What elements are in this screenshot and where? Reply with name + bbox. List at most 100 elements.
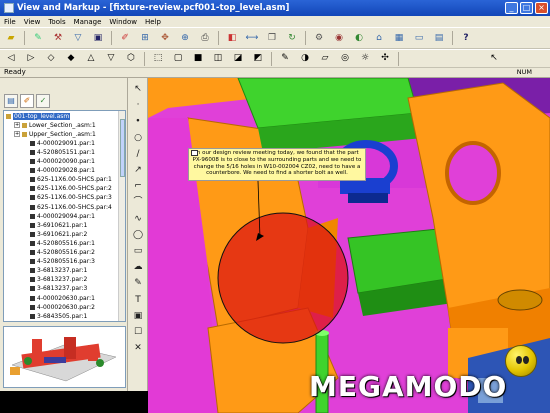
measure-icon[interactable]: ∕ (131, 147, 145, 161)
stamp-icon[interactable]: ▣ (131, 309, 145, 323)
assembly-tree[interactable]: 001-top_level.asm + Lower_Section_.asm:1 + U… (3, 110, 126, 322)
view-iso-icon[interactable]: ⬡ (124, 52, 138, 66)
tree-scrollbar[interactable] (118, 111, 125, 321)
minimize-button[interactable]: _ (505, 2, 518, 14)
image-icon[interactable]: ▤ (432, 31, 446, 45)
tree-item[interactable]: 625-11X6.00-5HCS.par:2 (30, 185, 112, 193)
tree-item[interactable]: 4-000020630.par:1 (30, 294, 95, 302)
help-icon[interactable]: ? (459, 31, 473, 45)
tree-item[interactable]: 4-520805516.par:1 (30, 239, 95, 247)
tree-item[interactable]: 625-11X6.00-5HCS.par:4 (30, 203, 112, 211)
wireframe-icon[interactable]: ▢ (171, 52, 185, 66)
select-icon[interactable]: ↖ (131, 82, 145, 96)
menu-view[interactable]: View (24, 18, 41, 26)
tree-item[interactable]: 3-6813237.par:3 (30, 285, 87, 293)
open-icon[interactable]: ▰ (4, 31, 18, 45)
menu-window[interactable]: Window (109, 18, 137, 26)
tools-icon[interactable]: ⚒ (51, 31, 65, 45)
tree-item[interactable]: 4-000020630.par:2 (30, 303, 95, 311)
model-viewport[interactable] (148, 78, 550, 413)
rotate-icon[interactable]: ○ (131, 131, 145, 145)
tree-item[interactable]: 3-6910621.par:1 (30, 221, 87, 229)
tree-item[interactable]: + Upper_Section_.asm:1 (14, 130, 96, 138)
grid-icon[interactable]: ▦ (392, 31, 406, 45)
rect-icon[interactable]: ▭ (131, 244, 145, 258)
view-back-icon[interactable]: ▷ (24, 52, 38, 66)
tree-item[interactable]: 3-6813237.par:2 (30, 276, 87, 284)
close-button[interactable]: × (535, 2, 548, 14)
view-top-icon[interactable]: △ (84, 52, 98, 66)
window-icon[interactable]: ▭ (412, 31, 426, 45)
tab-markup[interactable]: ✐ (20, 94, 34, 108)
fit-icon[interactable]: ⊞ (138, 31, 152, 45)
markup-comment-note[interactable]: In our design review meeting today, we f… (188, 148, 366, 181)
tree-item[interactable]: 001-top_level.asm (6, 112, 71, 120)
silhouette-icon[interactable]: ◩ (251, 52, 265, 66)
zoom-icon[interactable]: ⊕ (178, 31, 192, 45)
camera-icon[interactable]: ◉ (332, 31, 346, 45)
reflection-icon[interactable]: ◎ (338, 52, 352, 66)
tree-item[interactable]: 4-000020090.par:1 (30, 158, 95, 166)
visible-edges-icon[interactable]: ◫ (211, 52, 225, 66)
tree-item[interactable]: 3-6910621.par:2 (30, 230, 87, 238)
print-icon[interactable]: ⎙ (198, 31, 212, 45)
rotate-icon[interactable]: ↻ (285, 31, 299, 45)
shadow-icon[interactable]: ◑ (298, 52, 312, 66)
zoom-icon[interactable]: ∙ (131, 114, 145, 128)
menu-manage[interactable]: Manage (74, 18, 102, 26)
delete-icon[interactable]: ✕ (131, 341, 145, 355)
pan-icon[interactable]: ✥ (158, 31, 172, 45)
maximize-button[interactable]: □ (520, 2, 533, 14)
settings-icon[interactable]: ⚙ (312, 31, 326, 45)
hidden-edges-icon[interactable]: ◪ (231, 52, 245, 66)
copy-icon[interactable]: ❐ (265, 31, 279, 45)
callout-icon[interactable]: ☐ (131, 325, 145, 339)
tree-item[interactable]: 625-11X6.00-5HCS.par:3 (30, 194, 112, 202)
explode-icon[interactable]: ✣ (378, 52, 392, 66)
measure-icon[interactable]: ⟷ (245, 31, 259, 45)
floor-icon[interactable]: ▱ (318, 52, 332, 66)
tree-item[interactable]: 4-520805516.par:2 (30, 249, 95, 257)
filter-icon[interactable]: ▽ (71, 31, 85, 45)
circle-icon[interactable]: ◯ (131, 228, 145, 242)
tab-views[interactable]: ✓ (36, 94, 50, 108)
pan-icon[interactable]: · (131, 98, 145, 112)
tree-item[interactable]: 3-6813237.par:1 (30, 267, 87, 275)
view-left-icon[interactable]: ◇ (44, 52, 58, 66)
thumbnail-preview[interactable] (3, 326, 126, 388)
tree-item[interactable]: 4-000029091.par:1 (30, 139, 95, 147)
tree-item[interactable]: 625-11X6.00-5HCS.par:1 (30, 176, 112, 184)
home-icon[interactable]: ⌂ (372, 31, 386, 45)
menu-help[interactable]: Help (145, 18, 161, 26)
polyline-icon[interactable]: ⌐ (131, 179, 145, 193)
view-front-icon[interactable]: ◁ (4, 52, 18, 66)
text-icon[interactable]: T (131, 293, 145, 307)
markup-icon[interactable]: ✐ (118, 31, 132, 45)
cloud-icon[interactable]: ☁ (131, 260, 145, 274)
tree-item[interactable]: + Lower_Section_.asm:1 (14, 121, 96, 129)
view-bottom-icon[interactable]: ▽ (104, 52, 118, 66)
tree-item[interactable]: 4-741805193.par:1 (30, 321, 95, 322)
section-icon[interactable]: ◧ (225, 31, 239, 45)
freehand-icon[interactable]: ✎ (131, 276, 145, 290)
arrow-icon[interactable]: ↗ (131, 163, 145, 177)
shaded-icon[interactable]: ■ (191, 52, 205, 66)
expand-icon[interactable]: + (14, 122, 20, 129)
light-icon[interactable]: ☼ (358, 52, 372, 66)
view-right-icon[interactable]: ◆ (64, 52, 78, 66)
edit-icon[interactable]: ✎ (31, 31, 45, 45)
scroll-thumb[interactable] (120, 119, 125, 177)
tab-structure[interactable]: ▤ (4, 94, 18, 108)
tree-item[interactable]: 4-520805516.par:3 (30, 258, 95, 266)
perspective-icon[interactable]: ⬚ (151, 52, 165, 66)
tree-item[interactable]: 4-000029094.par:1 (30, 212, 95, 220)
sketch-icon[interactable]: ✎ (278, 52, 292, 66)
curve-icon[interactable]: ∿ (131, 212, 145, 226)
menu-tools[interactable]: Tools (48, 18, 65, 26)
menu-file[interactable]: File (4, 18, 16, 26)
tree-item[interactable]: 4-520805151.par:1 (30, 148, 95, 156)
arc-icon[interactable]: ⌒ (131, 195, 145, 209)
expand-icon[interactable]: + (14, 131, 20, 138)
tree-item[interactable]: 4-000029028.par:1 (30, 167, 95, 175)
tree-item[interactable]: 3-6843505.par:1 (30, 312, 87, 320)
